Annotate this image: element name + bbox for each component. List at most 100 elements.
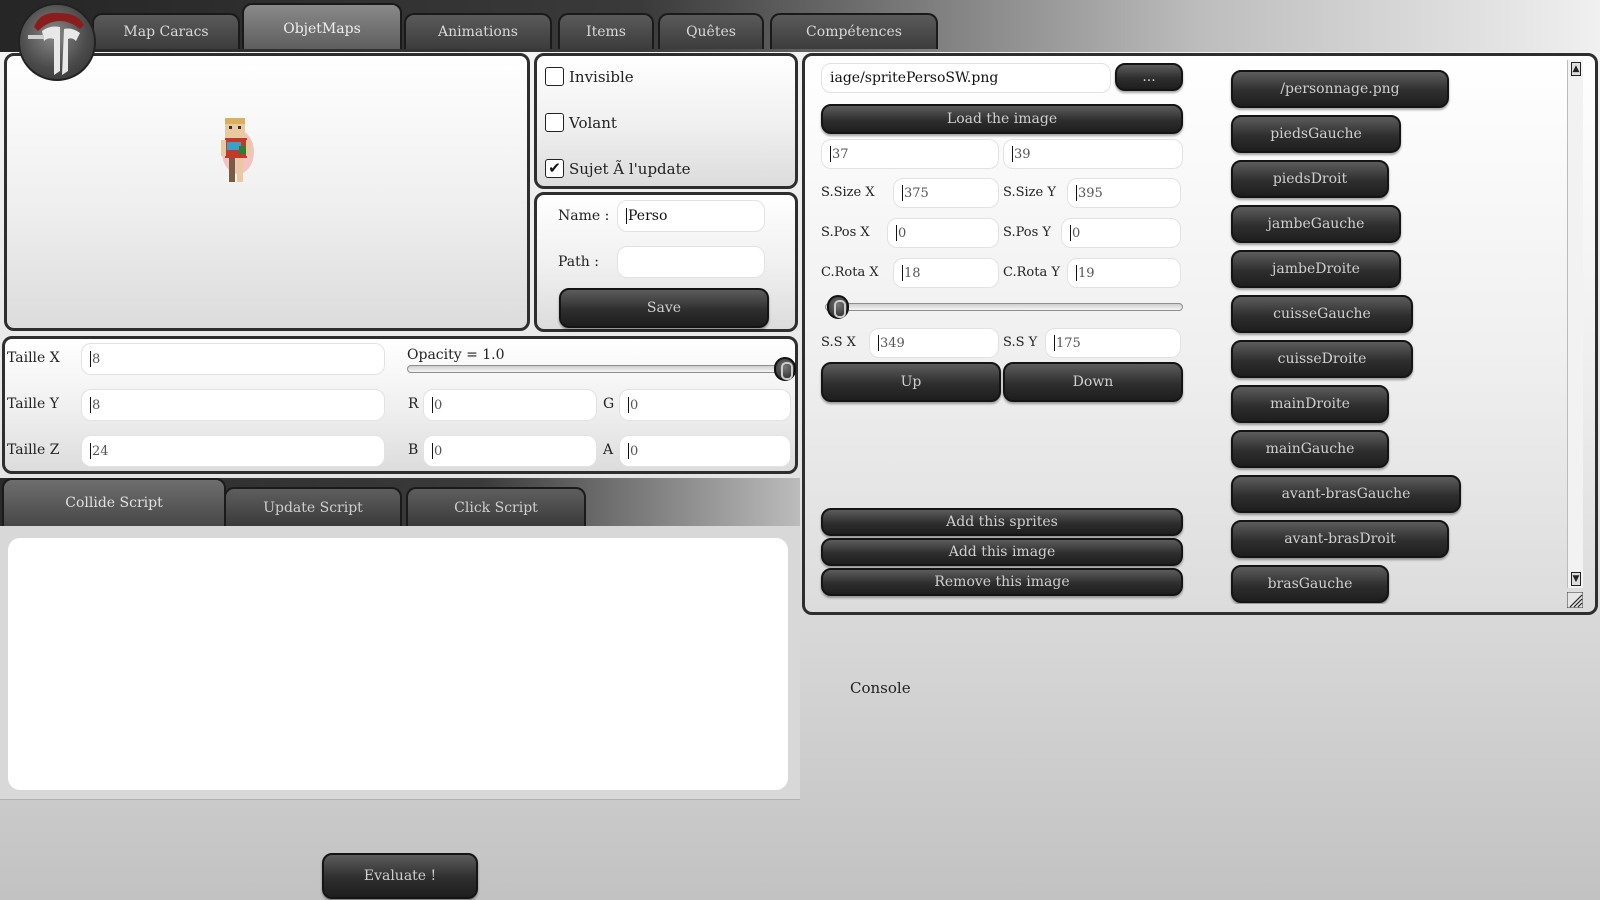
ssize-y-field[interactable]: 395 (1067, 178, 1181, 208)
list-item[interactable]: brasGauche (1231, 565, 1389, 603)
taille-x-field[interactable]: 8 (81, 343, 385, 375)
script-editor[interactable] (8, 538, 788, 790)
b-value: 0 (434, 443, 443, 459)
tab-update-script[interactable]: Update Script (224, 487, 402, 526)
crota-y-field[interactable]: 19 (1067, 258, 1181, 288)
resize-grip-icon[interactable] (1567, 592, 1583, 608)
list-item[interactable]: cuisseGauche (1231, 295, 1413, 333)
spos-y-label: S.Pos Y (1003, 225, 1052, 240)
sprite-editor-panel: iage/spritePersoSW.png ... Load the imag… (802, 53, 1598, 615)
a-field[interactable]: 0 (619, 435, 791, 467)
name-field[interactable]: Perso (617, 200, 765, 232)
sprite-count-x-field[interactable]: 37 (821, 139, 999, 169)
sujet-update-checkbox[interactable]: ✔ (545, 159, 564, 178)
tab-items[interactable]: Items (558, 13, 654, 49)
name-label: Name : (558, 208, 610, 224)
tab-click-script[interactable]: Click Script (406, 487, 586, 526)
list-item[interactable]: mainDroite (1231, 385, 1389, 423)
load-image-button-label: Load the image (946, 111, 1058, 127)
list-item-label: jambeDroite (1272, 261, 1360, 277)
spos-x-field[interactable]: 0 (887, 218, 999, 248)
sprite-parts-list: /personnage.png piedsGauche piedsDroit j… (1223, 64, 1563, 604)
rotation-slider-thumb[interactable] (827, 295, 849, 319)
r-label: R (408, 396, 419, 412)
add-image-button[interactable]: Add this image (821, 538, 1183, 566)
scroll-up-arrow-icon[interactable]: ▲ (1571, 62, 1581, 76)
image-path-value: iage/spritePersoSW.png (830, 70, 999, 86)
volant-checkbox[interactable] (545, 113, 564, 132)
rotation-slider-track[interactable] (825, 303, 1183, 311)
taille-z-value: 24 (92, 443, 109, 459)
opacity-slider-thumb[interactable] (774, 357, 796, 381)
tab-objetmaps[interactable]: ObjetMaps (242, 3, 402, 49)
b-field[interactable]: 0 (423, 435, 597, 467)
taille-z-field[interactable]: 24 (81, 435, 385, 467)
a-label: A (603, 442, 614, 458)
invisible-checkbox[interactable] (545, 67, 564, 86)
save-button[interactable]: Save (559, 288, 769, 328)
up-button[interactable]: Up (821, 362, 1001, 402)
down-button[interactable]: Down (1003, 362, 1183, 402)
r-field[interactable]: 0 (423, 389, 597, 421)
character-sprite-preview (221, 118, 254, 182)
tab-map-caracs[interactable]: Map Caracs (92, 13, 240, 49)
sujet-update-label: Sujet Ã l'update (569, 160, 691, 178)
checkmark-icon: ✔ (548, 159, 561, 177)
tab-label: Map Caracs (123, 24, 209, 40)
crota-x-value: 18 (904, 265, 921, 281)
sprite-count-y-field[interactable]: 39 (1003, 139, 1183, 169)
add-sprites-button-label: Add this sprites (946, 514, 1058, 530)
character-logo (18, 3, 96, 81)
remove-image-button[interactable]: Remove this image (821, 568, 1183, 596)
spos-x-label: S.Pos X (821, 225, 870, 240)
list-item-label: /personnage.png (1280, 81, 1400, 97)
object-info-panel: Name : Perso Path : Save (534, 192, 798, 332)
evaluate-button[interactable]: Evaluate ! (322, 853, 478, 899)
parts-scrollbar[interactable]: ▲ ▼ (1567, 60, 1583, 588)
ssize-x-field[interactable]: 375 (893, 178, 999, 208)
list-item-label: piedsDroit (1272, 171, 1348, 187)
tab-label: Click Script (454, 499, 538, 516)
list-item[interactable]: piedsDroit (1231, 160, 1389, 198)
crota-y-value: 19 (1078, 265, 1095, 281)
list-item-label: cuisseGauche (1273, 306, 1371, 322)
image-path-field[interactable]: iage/spritePersoSW.png (821, 63, 1111, 93)
spos-x-value: 0 (898, 225, 907, 241)
ss-y-value: 175 (1056, 335, 1081, 351)
ssize-y-label: S.Size Y (1003, 185, 1056, 200)
spos-y-field[interactable]: 0 (1061, 218, 1181, 248)
tab-animations[interactable]: Animations (404, 13, 552, 49)
invisible-label: Invisible (569, 68, 634, 86)
list-item[interactable]: jambeDroite (1231, 250, 1401, 288)
tab-competences[interactable]: Compétences (770, 13, 938, 49)
name-value: Perso (628, 208, 668, 224)
ss-y-label: S.S Y (1003, 335, 1038, 350)
tab-collide-script[interactable]: Collide Script (2, 478, 226, 526)
opacity-slider-track[interactable] (407, 365, 785, 373)
tab-quetes[interactable]: Quêtes (658, 13, 764, 49)
scroll-down-arrow-icon[interactable]: ▼ (1571, 572, 1581, 586)
ss-x-value: 349 (880, 335, 905, 351)
list-item[interactable]: avant-brasDroit (1231, 520, 1449, 558)
up-button-label: Up (900, 374, 922, 390)
crota-x-field[interactable]: 18 (893, 258, 999, 288)
taille-y-field[interactable]: 8 (81, 389, 385, 421)
list-item[interactable]: piedsGauche (1231, 115, 1401, 153)
spos-y-value: 0 (1072, 225, 1081, 241)
down-button-label: Down (1072, 374, 1114, 390)
list-item[interactable]: mainGauche (1231, 430, 1389, 468)
taille-x-label: Taille X (7, 350, 60, 366)
add-sprites-button[interactable]: Add this sprites (821, 508, 1183, 536)
g-field[interactable]: 0 (619, 389, 791, 421)
list-item[interactable]: avant-brasGauche (1231, 475, 1461, 513)
list-item[interactable]: jambeGauche (1231, 205, 1401, 243)
path-field[interactable] (617, 246, 765, 278)
remove-image-button-label: Remove this image (934, 574, 1070, 590)
browse-button[interactable]: ... (1115, 63, 1183, 91)
list-item[interactable]: /personnage.png (1231, 70, 1449, 108)
path-label: Path : (558, 254, 599, 270)
list-item[interactable]: cuisseDroite (1231, 340, 1413, 378)
ss-y-field[interactable]: 175 (1045, 328, 1181, 358)
ss-x-field[interactable]: 349 (869, 328, 999, 358)
load-image-button[interactable]: Load the image (821, 104, 1183, 134)
